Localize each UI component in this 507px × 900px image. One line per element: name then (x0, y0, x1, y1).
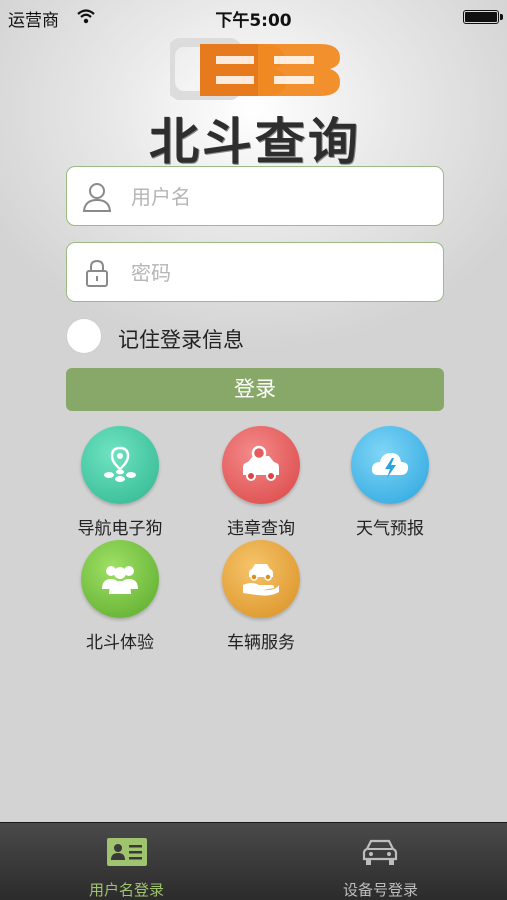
service-vehicle-service[interactable]: 车辆服务 (196, 540, 326, 653)
service-label: 天气预报 (356, 519, 424, 539)
password-input[interactable] (129, 255, 433, 291)
tab-label: 用户名登录 (88, 881, 164, 899)
car-search-icon (222, 426, 300, 504)
service-navigation[interactable]: 导航电子狗 (55, 426, 185, 539)
service-label: 违章查询 (227, 519, 295, 539)
username-field[interactable] (66, 166, 444, 226)
service-label: 车辆服务 (227, 633, 295, 653)
remember-label: 记住登录信息 (118, 328, 244, 352)
app-title: 北斗查询 (149, 113, 361, 171)
login-screen: 运营商 下午5:00 北斗查询 用户名 记住登录信息 登录 导航电子狗 违章查询… (0, 0, 507, 900)
users-icon (81, 540, 159, 618)
lock-icon (81, 257, 113, 293)
service-beidou-experience[interactable]: 北斗体验 (55, 540, 185, 653)
tab-label: 设备号登录 (342, 881, 418, 899)
tab-bar: 用户名登录 设备号登录 (0, 822, 507, 900)
service-violation-query[interactable]: 违章查询 (196, 426, 326, 539)
service-weather[interactable]: 天气预报 (325, 426, 455, 539)
username-input[interactable] (129, 179, 433, 215)
remember-checkbox[interactable] (66, 318, 102, 354)
password-field[interactable] (66, 242, 444, 302)
id-card-icon (106, 837, 148, 873)
status-bar: 运营商 下午5:00 (0, 0, 507, 34)
navigation-pin-icon (81, 426, 159, 504)
clock: 下午5:00 (215, 11, 292, 31)
user-icon (81, 181, 113, 217)
tab-device-login[interactable]: 设备号登录 (254, 823, 507, 900)
login-button[interactable]: 登录 (66, 368, 444, 411)
logo-mark (170, 38, 340, 100)
app-logo: 北斗查询 (90, 36, 420, 171)
car-hand-icon (222, 540, 300, 618)
service-label: 北斗体验 (86, 633, 154, 653)
battery-icon (463, 10, 503, 24)
car-icon (360, 837, 400, 873)
tab-username-login[interactable]: 用户名登录 (0, 823, 253, 900)
weather-icon (351, 426, 429, 504)
service-label: 导航电子狗 (77, 519, 163, 539)
